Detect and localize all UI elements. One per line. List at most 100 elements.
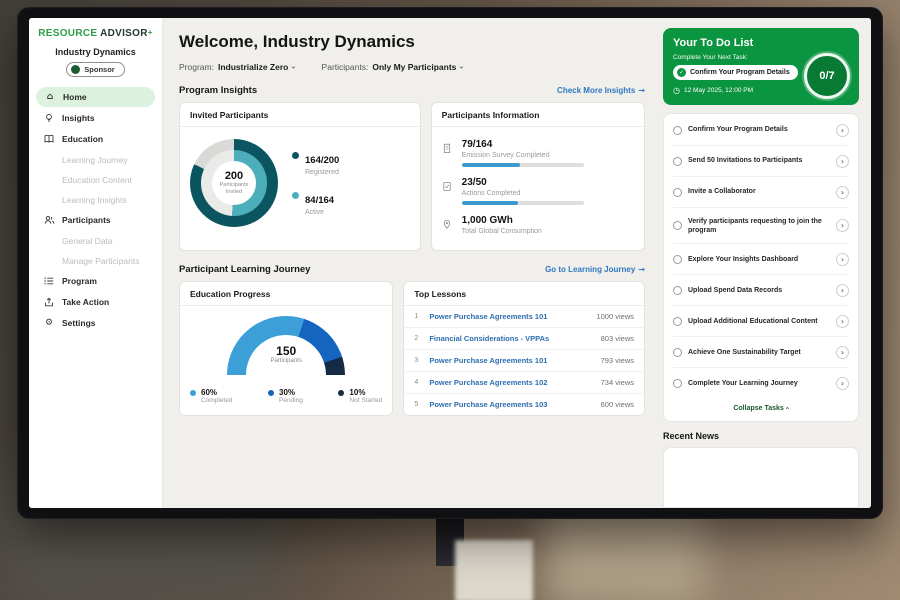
gauge-legend: 60% Completed 30% Pending (180, 380, 392, 414)
next-task-label: Confirm Your Program Details (690, 69, 790, 76)
donut-chart-area: 200 Participants Invited 164/200 Registe (180, 127, 420, 239)
lesson-row[interactable]: 2 Financial Considerations - VPPAs 803 v… (404, 328, 644, 350)
task-label: Achieve One Sustainability Target (688, 348, 830, 357)
task-checkbox[interactable] (673, 286, 682, 295)
sidebar-item-participants[interactable]: Participants (29, 210, 162, 230)
legend-item: 164/200 Registered (292, 150, 339, 176)
sidebar-item-learning-journey[interactable]: Learning Journey (29, 150, 162, 169)
chevron-right-icon[interactable]: › (836, 186, 849, 199)
task-label: Invite a Collaborator (688, 187, 830, 196)
lesson-title-link[interactable]: Power Purchase Agreements 101 (429, 356, 593, 365)
sidebar-item-program[interactable]: Program (29, 271, 162, 291)
collapse-tasks-button[interactable]: Collapse Tasks › (673, 398, 849, 420)
participants-filter[interactable]: Participants: Only My Participants › (322, 62, 464, 72)
lesson-rank: 3 (414, 357, 422, 364)
logo-plus: + (148, 28, 153, 37)
sponsor-badge[interactable]: Sponsor (66, 62, 124, 77)
lesson-title-link[interactable]: Power Purchase Agreements 103 (429, 400, 593, 409)
scene-background: RESOURCE ADVISOR+ Industry Dynamics Spon… (0, 0, 900, 600)
program-filter[interactable]: Program: Industrialize Zero › (179, 62, 296, 72)
task-label: Upload Additional Educational Content (688, 317, 830, 326)
task-checkbox[interactable] (673, 255, 682, 264)
task-row[interactable]: Verify participants requesting to join t… (673, 208, 849, 244)
chevron-right-icon[interactable]: › (836, 346, 849, 359)
sidebar-item-education-content[interactable]: Education Content (29, 170, 162, 189)
card-title: Invited Participants (180, 103, 420, 127)
invited-participants-card: Invited Participants 200 Participants In… (179, 102, 421, 251)
chevron-right-icon[interactable]: › (836, 377, 849, 390)
check-circle-icon: ✓ (677, 68, 686, 77)
legend-label: Registered (305, 169, 339, 176)
chevron-right-icon[interactable]: › (836, 219, 849, 232)
recent-news-title: Recent News (663, 431, 859, 441)
lesson-title-link[interactable]: Power Purchase Agreements 102 (429, 378, 593, 387)
task-checkbox[interactable] (673, 221, 682, 230)
task-checkbox[interactable] (673, 348, 682, 357)
app-logo: RESOURCE ADVISOR+ (29, 28, 162, 39)
insights-cards-row: Invited Participants 200 Participants In… (179, 102, 645, 251)
sidebar-nav: ⌂ Home Insights Education Learning Journ… (29, 87, 162, 333)
chevron-right-icon[interactable]: › (836, 253, 849, 266)
task-row[interactable]: Upload Additional Educational Content › (673, 306, 849, 337)
lesson-title-link[interactable]: Power Purchase Agreements 101 (429, 312, 589, 321)
stat-label: Emission Survey Completed (462, 152, 584, 159)
lesson-title-link[interactable]: Financial Considerations - VPPAs (429, 334, 593, 343)
lesson-row[interactable]: 5 Power Purchase Agreements 103 600 view… (404, 394, 644, 415)
chevron-right-icon[interactable]: › (836, 155, 849, 168)
list-icon (43, 276, 55, 286)
chevron-up-icon: › (783, 407, 791, 410)
task-row[interactable]: Achieve One Sustainability Target › (673, 337, 849, 368)
next-task-pill[interactable]: ✓ Confirm Your Program Details (673, 65, 798, 80)
task-checkbox[interactable] (673, 379, 682, 388)
task-row[interactable]: Confirm Your Program Details › (673, 115, 849, 146)
education-gauge-chart: 150 Participants (227, 316, 345, 378)
legend-value: 60% (201, 388, 232, 397)
sidebar-item-home[interactable]: ⌂ Home (36, 87, 155, 107)
sidebar-item-learning-insights[interactable]: Learning Insights (29, 190, 162, 209)
logo-part-green: RESOURCE (38, 28, 97, 39)
book-icon (43, 134, 55, 144)
task-label: Explore Your Insights Dashboard (688, 255, 830, 264)
due-date: 12 May 2025, 12:00 PM (684, 87, 753, 94)
task-label: Send 50 Invitations to Participants (688, 156, 830, 165)
donut-legend: 164/200 Registered 84/164 Active (292, 150, 339, 216)
go-to-learning-journey-link[interactable]: Go to Learning Journey → (545, 265, 645, 274)
sidebar-item-insights[interactable]: Insights (29, 108, 162, 128)
legend-item: 30% Pending (268, 388, 303, 404)
chevron-down-icon: › (458, 65, 467, 68)
sponsor-label: Sponsor (84, 65, 114, 74)
lesson-row[interactable]: 3 Power Purchase Agreements 101 793 view… (404, 350, 644, 372)
task-checkbox[interactable] (673, 188, 682, 197)
task-checkbox[interactable] (673, 126, 682, 135)
sidebar-item-general-data[interactable]: General Data (29, 231, 162, 250)
todo-title: Your To Do List (673, 37, 849, 49)
sidebar-item-settings[interactable]: ⚙ Settings (29, 313, 162, 333)
page-title: Welcome, Industry Dynamics (179, 32, 645, 52)
sidebar-item-take-action[interactable]: Take Action (29, 292, 162, 312)
lesson-row[interactable]: 1 Power Purchase Agreements 101 1000 vie… (404, 306, 644, 328)
check-more-insights-link[interactable]: Check More Insights → (557, 86, 645, 95)
task-row[interactable]: Invite a Collaborator › (673, 177, 849, 208)
arrow-right-icon: → (638, 86, 645, 95)
task-row[interactable]: Upload Spend Data Records › (673, 275, 849, 306)
chevron-right-icon[interactable]: › (836, 124, 849, 137)
task-checkbox[interactable] (673, 317, 682, 326)
todo-progress-badge: 0/7 (804, 53, 850, 99)
sidebar-item-label: Home (63, 92, 87, 102)
chevron-right-icon[interactable]: › (836, 284, 849, 297)
task-row[interactable]: Complete Your Learning Journey › (673, 368, 849, 398)
legend-item: 10% Not Started (338, 388, 382, 404)
legend-label: Pending (279, 397, 303, 404)
link-label: Go to Learning Journey (545, 265, 635, 274)
legend-value: 30% (279, 388, 303, 397)
lesson-row[interactable]: 4 Power Purchase Agreements 102 734 view… (404, 372, 644, 394)
sidebar-item-education[interactable]: Education (29, 129, 162, 149)
home-icon: ⌂ (44, 92, 56, 102)
chevron-right-icon[interactable]: › (836, 315, 849, 328)
task-row[interactable]: Send 50 Invitations to Participants › (673, 146, 849, 177)
sidebar-item-label: Take Action (62, 297, 109, 307)
task-checkbox[interactable] (673, 157, 682, 166)
sidebar-item-manage-participants[interactable]: Manage Participants (29, 251, 162, 270)
task-row[interactable]: Explore Your Insights Dashboard › (673, 244, 849, 275)
legend-value: 10% (349, 388, 382, 397)
